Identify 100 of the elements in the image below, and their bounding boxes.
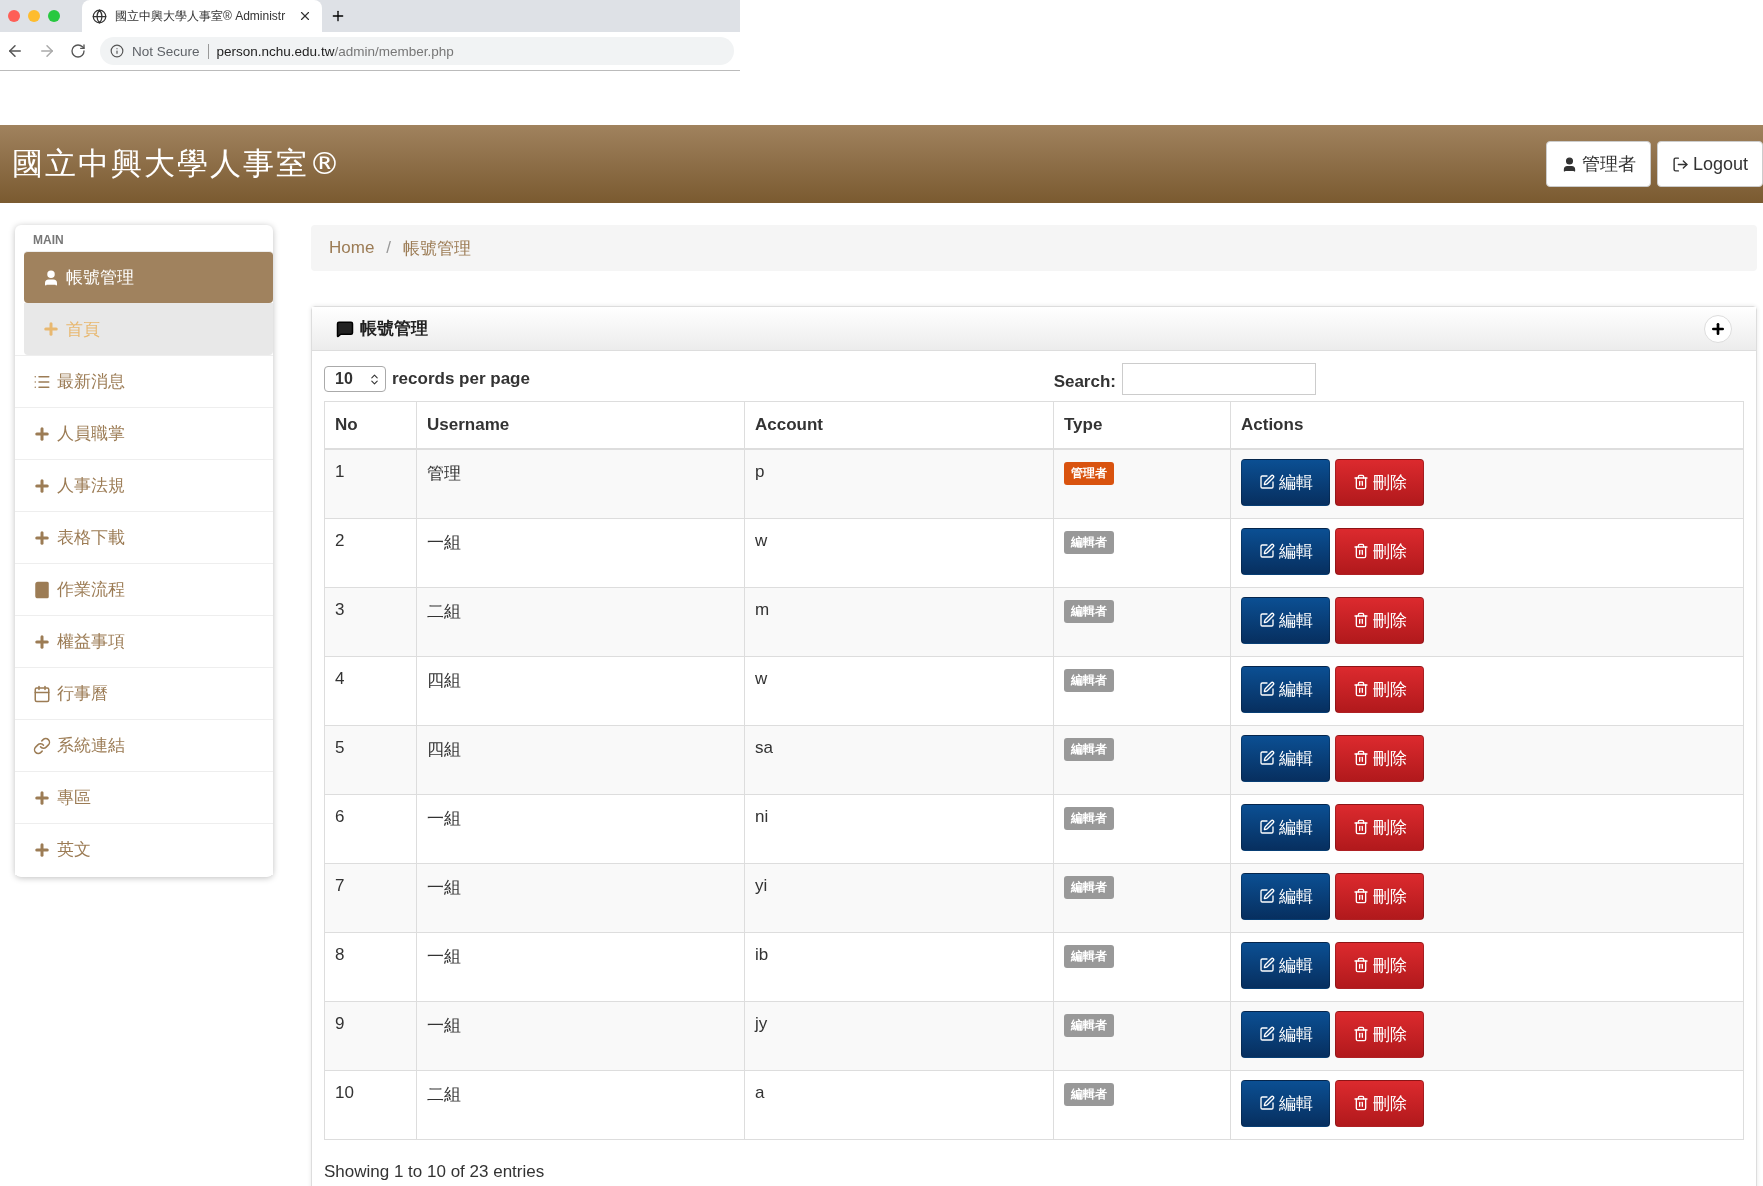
sidebar-item[interactable]: 表格下載: [15, 511, 273, 563]
table-cell: 二組: [416, 1070, 745, 1139]
table-cell: 二組: [416, 587, 745, 656]
close-icon[interactable]: [298, 9, 312, 23]
edit-button[interactable]: 編輯: [1241, 665, 1330, 713]
table-cell: ni: [744, 794, 1054, 863]
delete-button[interactable]: 刪除: [1335, 1079, 1424, 1127]
calendar-icon: [33, 684, 51, 703]
trash-icon: [1352, 543, 1369, 559]
edit-icon: [1258, 543, 1275, 559]
edit-button[interactable]: 編輯: [1241, 734, 1330, 782]
user-button[interactable]: 管理者: [1545, 141, 1651, 187]
edit-button[interactable]: 編輯: [1241, 803, 1330, 851]
type-badge: 編輯者: [1064, 737, 1114, 761]
table-cell: w: [744, 656, 1054, 725]
delete-button[interactable]: 刪除: [1335, 803, 1424, 851]
table-cell: 9: [324, 1001, 417, 1070]
table-cell: 一組: [416, 932, 745, 1001]
sidebar-item[interactable]: 帳號管理: [24, 251, 273, 303]
section-label: MAIN: [32, 232, 65, 249]
trash-icon: [1352, 474, 1369, 490]
table-cell: 四組: [416, 656, 745, 725]
column-header: Type: [1053, 401, 1231, 449]
column-header: Actions: [1230, 401, 1744, 449]
table-cell: 1: [324, 448, 417, 518]
type-badge: 編輯者: [1064, 599, 1114, 623]
table-cell: 一組: [416, 794, 745, 863]
delete-button[interactable]: 刪除: [1335, 527, 1424, 575]
edit-button[interactable]: 編輯: [1241, 872, 1330, 920]
entries-info: Showing 1 to 10 of 23 entries: [323, 1160, 546, 1183]
table-cell: 四組: [416, 725, 745, 794]
table-cell: 一組: [416, 1001, 745, 1070]
edit-button[interactable]: 編輯: [1241, 941, 1330, 989]
add-button[interactable]: [1704, 314, 1732, 343]
logout-button[interactable]: Logout: [1656, 141, 1763, 187]
globe-icon: [92, 8, 107, 24]
edit-button[interactable]: 編輯: [1241, 1010, 1330, 1058]
page-size-select[interactable]: 10: [324, 366, 386, 392]
sidebar-item[interactable]: 最新消息: [15, 355, 273, 407]
table-cell: 4: [324, 656, 417, 725]
sidebar-item[interactable]: 專區: [15, 771, 273, 823]
stepper-icon: [368, 372, 381, 386]
panel-title: 帳號管理: [360, 318, 428, 340]
table-cell: 3: [324, 587, 417, 656]
table-cell: 7: [324, 863, 417, 932]
search-field[interactable]: [1122, 363, 1316, 395]
type-badge: 編輯者: [1064, 944, 1114, 968]
info-icon: [110, 44, 124, 58]
sidebar-item[interactable]: 作業流程: [15, 563, 273, 615]
back-icon[interactable]: [6, 42, 24, 60]
delete-button[interactable]: 刪除: [1335, 1010, 1424, 1058]
table-cell: a: [744, 1070, 1054, 1139]
delete-button[interactable]: 刪除: [1335, 596, 1424, 644]
table-cell: 管理: [416, 448, 745, 518]
sidebar-item[interactable]: 英文: [15, 823, 273, 875]
trash-icon: [1352, 681, 1369, 697]
plus-icon: [1710, 320, 1726, 337]
column-header: Account: [744, 401, 1054, 449]
type-badge: 編輯者: [1064, 530, 1114, 554]
edit-icon: [1258, 612, 1275, 628]
table-cell: 6: [324, 794, 417, 863]
trash-icon: [1352, 1095, 1369, 1111]
table-cell: sa: [744, 725, 1054, 794]
breadcrumb-link[interactable]: 帳號管理: [403, 236, 472, 260]
edit-icon: [1258, 888, 1275, 904]
edit-button[interactable]: 編輯: [1241, 458, 1330, 506]
plus-icon: [33, 476, 51, 495]
sidebar-item[interactable]: 行事曆: [15, 667, 273, 719]
edit-icon: [1258, 957, 1275, 973]
plus-icon: [33, 528, 51, 547]
delete-button[interactable]: 刪除: [1335, 665, 1424, 713]
edit-icon: [1258, 681, 1275, 697]
delete-button[interactable]: 刪除: [1335, 734, 1424, 782]
edit-icon: [1258, 1095, 1275, 1111]
sidebar-item[interactable]: 人事法規: [15, 459, 273, 511]
type-badge: 編輯者: [1064, 875, 1114, 899]
edit-button[interactable]: 編輯: [1241, 527, 1330, 575]
browser-tab[interactable]: 國立中興大學人事室® Administr: [82, 0, 322, 32]
table-cell: 5: [324, 725, 417, 794]
sidebar-item[interactable]: 系統連結: [15, 719, 273, 771]
breadcrumb-link[interactable]: Home: [329, 238, 375, 258]
column-header: No: [324, 401, 417, 449]
user-icon: [42, 268, 60, 287]
sidebar-item[interactable]: 人員職掌: [15, 407, 273, 459]
link-icon: [33, 736, 51, 755]
edit-button[interactable]: 編輯: [1241, 1079, 1330, 1127]
delete-button[interactable]: 刪除: [1335, 941, 1424, 989]
delete-button[interactable]: 刪除: [1335, 872, 1424, 920]
new-tab-icon[interactable]: [330, 8, 346, 24]
address-bar[interactable]: Not Secure person.nchu.edu.tw/admin/member.php: [100, 37, 734, 65]
table-cell: 10: [324, 1070, 417, 1139]
type-badge: 編輯者: [1064, 806, 1114, 830]
reload-icon[interactable]: [70, 43, 86, 59]
edit-icon: [1258, 750, 1275, 766]
trash-icon: [1352, 612, 1369, 628]
table-cell: ib: [744, 932, 1054, 1001]
sidebar-item[interactable]: 權益事項: [15, 615, 273, 667]
edit-button[interactable]: 編輯: [1241, 596, 1330, 644]
table-cell: yi: [744, 863, 1054, 932]
delete-button[interactable]: 刪除: [1335, 458, 1424, 506]
